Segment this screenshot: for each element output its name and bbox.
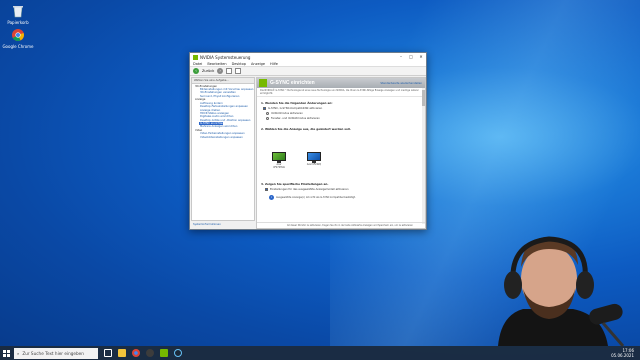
monitor-1-icon <box>272 152 286 161</box>
search-placeholder: Zur Suche Text hier eingeben <box>22 350 84 356</box>
menu-item-desktop[interactable]: Desktop <box>232 62 246 66</box>
nvidia-logo-icon <box>259 79 267 87</box>
content-scrollbar[interactable] <box>422 88 425 224</box>
task-view-icon[interactable] <box>104 349 112 357</box>
window-titlebar[interactable]: NVIDIA Systemsteuerung – □ ✕ <box>190 53 426 61</box>
back-icon[interactable]: ‹ <box>193 68 199 74</box>
tree-item[interactable]: Videobildeinstellungen anpassen <box>192 135 254 139</box>
settings-icon[interactable] <box>235 68 242 74</box>
system-tray-clock[interactable]: 17:06 05.06.2021 <box>611 348 640 358</box>
minimize-button[interactable]: – <box>396 53 406 61</box>
menu-item-file[interactable]: Datei <box>193 62 202 66</box>
window-title: NVIDIA Systemsteuerung <box>200 54 251 60</box>
desktop-icon-recycle-bin[interactable]: Papierkorb <box>1 4 35 25</box>
desktop-icon-chrome[interactable]: Google Chrome <box>1 28 35 49</box>
webcam-overlay <box>453 229 640 346</box>
nvidia-control-panel-window: NVIDIA Systemsteuerung – □ ✕ Datei Bearb… <box>189 52 427 230</box>
windowed-radio-label: Fenster- und Vollbildmodus aktivieren <box>271 117 320 120</box>
enable-gsync-checkbox[interactable] <box>263 107 266 110</box>
monitor-2[interactable]: Acer KF242Q <box>306 152 322 166</box>
menu-item-view[interactable]: Anzeige <box>251 62 265 66</box>
desktop-icon-label: Google Chrome <box>2 44 34 49</box>
monitor-2-label: Acer KF242Q <box>306 163 322 166</box>
menu-item-help[interactable]: Hilfe <box>270 62 278 66</box>
monitor-1-label: Acer XF270HUA <box>273 163 285 169</box>
content-panel: G-SYNC einrichten Standardwerte wiederhe… <box>256 77 426 229</box>
tree-item[interactable]: Video-Farbeinstellungen anpassen <box>192 132 254 135</box>
windowed-radio[interactable] <box>266 117 269 120</box>
section-2-heading: 2. Wählen Sie die Anzeige aus, die geänd… <box>261 127 351 131</box>
task-tree-panel: Wählen Sie eine Aufgabe... 3D-Einstellun… <box>191 77 255 221</box>
content-footer: Ist dieser Monitor zu aktivieren, tragen… <box>257 222 425 228</box>
specific-settings-label: Einstellungen für das ausgewählte Anzeig… <box>270 188 349 191</box>
chrome-icon[interactable] <box>132 349 140 357</box>
tree-item[interactable]: Desktop-Farbeinstellungen anpassen <box>192 105 254 108</box>
start-button[interactable] <box>0 346 10 360</box>
info-message: i Ausgewählte Anzeige(n) ist nicht als G… <box>257 195 423 200</box>
task-tree: 3D-Einstellungen Bildeinstellungen mit Vo… <box>192 84 254 139</box>
menu-item-edit[interactable]: Bearbeiten <box>207 62 226 66</box>
taskbar: ⌕ Zur Suche Text hier eingeben 17:06 05.… <box>0 346 640 360</box>
taskbar-apps <box>104 349 182 357</box>
maximize-button[interactable]: □ <box>406 53 416 61</box>
monitor-1[interactable]: Acer XF270HUA <box>271 152 287 169</box>
page-title: G-SYNC einrichten <box>270 80 315 86</box>
system-info-link[interactable]: Systeminformationen <box>191 222 255 228</box>
monitor-2-icon <box>307 152 321 161</box>
page-description: Die NVIDIA® G-SYNC™-Technologie ist eine… <box>257 88 425 97</box>
obs-icon[interactable] <box>146 349 154 357</box>
recycle-bin-icon <box>11 4 25 18</box>
info-text: Ausgewählte Anzeige(n) ist nicht als G-S… <box>276 196 356 199</box>
info-icon: i <box>269 195 274 200</box>
fullscreen-radio[interactable] <box>266 112 269 115</box>
section-3: 3. Zeigen Sie spezifische Einstellungen … <box>257 182 423 200</box>
search-icon: ⌕ <box>17 350 20 356</box>
home-icon[interactable] <box>226 68 233 74</box>
restore-defaults-link[interactable]: Standardwerte wiederherstellen <box>380 82 422 85</box>
steam-icon[interactable] <box>174 349 182 357</box>
toolbar: ‹ Zurück › <box>190 67 426 76</box>
close-button[interactable]: ✕ <box>416 53 426 61</box>
forward-icon[interactable]: › <box>217 68 224 74</box>
taskbar-search-box[interactable]: ⌕ Zur Suche Text hier eingeben <box>14 347 98 359</box>
webcam-person-image <box>498 236 625 346</box>
back-label[interactable]: Zurück <box>202 69 214 73</box>
fullscreen-radio-label: Vollbildmodus aktivieren <box>271 112 303 115</box>
specific-settings-checkbox[interactable] <box>265 188 268 191</box>
nvidia-icon[interactable] <box>160 349 168 357</box>
enable-gsync-label: G-SYNC, G-SYNC-Kompatibilität aktivieren <box>268 107 323 110</box>
file-explorer-icon[interactable] <box>118 349 126 357</box>
clock-date: 05.06.2021 <box>611 353 634 358</box>
chrome-icon <box>11 28 25 42</box>
content-banner: G-SYNC einrichten Standardwerte wiederhe… <box>257 78 425 88</box>
desktop-icon-label: Papierkorb <box>7 20 29 25</box>
nvidia-icon <box>193 54 198 60</box>
